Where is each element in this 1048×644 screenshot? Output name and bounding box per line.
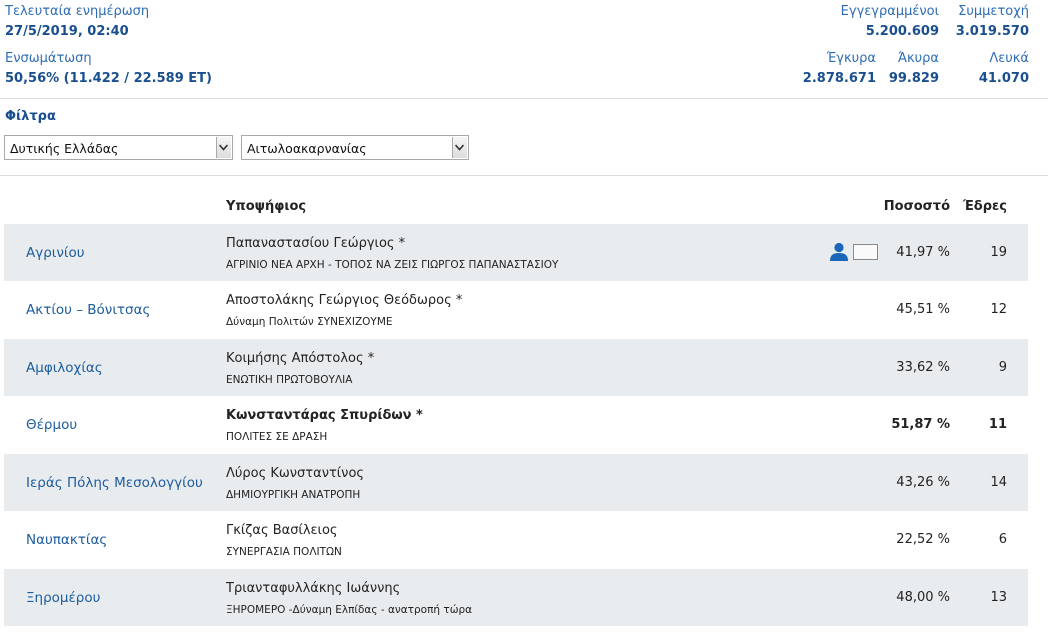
region-select[interactable]: Δυτικής Ελλάδας bbox=[4, 135, 233, 160]
percent-column-header: Ποσοστό bbox=[883, 199, 950, 214]
party-name: ΣΥΝΕΡΓΑΣΙΑ ΠΟΛΙΤΩΝ bbox=[226, 546, 342, 558]
valid-label: Έγκυρα bbox=[826, 51, 876, 66]
municipality-link[interactable]: Ξηρομέρου bbox=[26, 590, 100, 606]
candidate-column-header: Υποψήφιος bbox=[226, 199, 307, 214]
table-row: Αγρινίου Παπαναστασίου Γεώργιος * ΑΓΡΙΝΙ… bbox=[4, 224, 1028, 281]
registered-label: Εγγεγραμμένοι bbox=[840, 4, 939, 19]
user-icon[interactable] bbox=[829, 242, 849, 265]
table-row: Ναυπακτίας Γκίζας Βασίλειος ΣΥΝΕΡΓΑΣΙΑ Π… bbox=[4, 511, 1028, 568]
party-name: ΔΗΜΙΟΥΡΓΙΚΗ ΑΝΑΤΡΟΠΗ bbox=[226, 489, 361, 501]
candidate-name: Κοιμήσης Απόστολος * bbox=[226, 351, 375, 366]
seats-value: 19 bbox=[990, 245, 1007, 260]
percent-value: 48,00 % bbox=[896, 590, 950, 605]
municipality-link[interactable]: Αγρινίου bbox=[26, 245, 85, 261]
seats-value: 9 bbox=[998, 360, 1007, 375]
candidate-name: Παπαναστασίου Γεώργιος * bbox=[226, 236, 406, 251]
blank-label: Λευκά bbox=[989, 51, 1029, 66]
candidate-name: Γκίζας Βασίλειος bbox=[226, 523, 338, 538]
invalid-label: Άκυρα bbox=[897, 51, 939, 66]
party-name: ΞΗΡΟΜΕΡΟ -Δύναμη Ελπίδας - ανατροπή τώρα bbox=[226, 604, 473, 616]
table-row: Θέρμου Κωνσταντάρας Σπυρίδων * ΠΟΛΙΤΕΣ Σ… bbox=[4, 396, 1028, 453]
unit-select-value: Αιτωλοακαρνανίας bbox=[247, 141, 367, 156]
municipality-link[interactable]: Αμφιλοχίας bbox=[26, 360, 103, 376]
integration-label: Ενσωμάτωση bbox=[5, 51, 92, 66]
unit-select[interactable]: Αιτωλοακαρνανίας bbox=[241, 135, 469, 160]
region-select-value: Δυτικής Ελλάδας bbox=[10, 141, 119, 156]
valid-value: 2.878.671 bbox=[802, 71, 876, 86]
municipality-link[interactable]: Θέρμου bbox=[26, 417, 77, 433]
seats-value: 13 bbox=[990, 590, 1007, 605]
table-row: Ακτίου – Βόνιτσας Αποστολάκης Γεώργιος Θ… bbox=[4, 281, 1028, 338]
blank-value: 41.070 bbox=[978, 71, 1029, 86]
filters-title: Φίλτρα bbox=[5, 109, 56, 124]
participation-label: Συμμετοχή bbox=[958, 4, 1029, 19]
percent-value: 43,26 % bbox=[896, 475, 950, 490]
candidate-name: Κωνσταντάρας Σπυρίδων * bbox=[226, 408, 423, 423]
table-row: Ιεράς Πόλης Μεσολογγίου Λύρος Κωνσταντίν… bbox=[4, 454, 1028, 511]
party-name: ΕΝΩΤΙΚΗ ΠΡΩΤΟΒΟΥΛΙΑ bbox=[226, 374, 353, 386]
percent-value: 51,87 % bbox=[891, 417, 950, 432]
invalid-value: 99.829 bbox=[888, 71, 939, 86]
percent-value: 41,97 % bbox=[896, 245, 950, 260]
candidate-name: Τριανταφυλλάκης Ιωάννης bbox=[226, 581, 401, 596]
percent-value: 22,52 % bbox=[896, 532, 950, 547]
chevron-down-icon[interactable] bbox=[216, 137, 231, 158]
party-name: ΑΓΡΙΝΙΟ ΝΕΑ ΑΡΧΗ - ΤΟΠΟΣ ΝΑ ΖΕΙΣ ΓΙΩΡΓΟΣ… bbox=[226, 259, 559, 271]
seats-column-header: Έδρες bbox=[962, 199, 1007, 214]
integration-value: 50,56% (11.422 / 22.589 ΕΤ) bbox=[5, 71, 212, 86]
municipality-link[interactable]: Ναυπακτίας bbox=[26, 532, 107, 548]
percent-value: 33,62 % bbox=[896, 360, 950, 375]
last-update-label: Τελευταία ενημέρωση bbox=[5, 4, 150, 19]
seats-value: 6 bbox=[998, 532, 1007, 547]
municipality-link[interactable]: Ιεράς Πόλης Μεσολογγίου bbox=[26, 475, 203, 491]
summary-header: Τελευταία ενημέρωση 27/5/2019, 02:40 Ενσ… bbox=[0, 0, 1048, 99]
party-name: Δύναμη Πολιτών ΣΥΝΕΧΙΖΟΥΜΕ bbox=[226, 316, 393, 328]
candidate-name: Αποστολάκης Γεώργιος Θεόδωρος * bbox=[226, 293, 463, 308]
filters-section: Φίλτρα Δυτικής Ελλάδας Αιτωλοακαρνανίας bbox=[0, 98, 1048, 176]
seats-value: 12 bbox=[990, 302, 1007, 317]
table-row: Ξηρομέρου Τριανταφυλλάκης Ιωάννης ΞΗΡΟΜΕ… bbox=[4, 569, 1028, 626]
candidate-name: Λύρος Κωνσταντίνος bbox=[226, 466, 365, 481]
registered-value: 5.200.609 bbox=[865, 24, 939, 39]
seats-value: 11 bbox=[988, 417, 1007, 432]
municipality-link[interactable]: Ακτίου – Βόνιτσας bbox=[26, 302, 150, 318]
percent-value: 45,51 % bbox=[896, 302, 950, 317]
seats-value: 14 bbox=[990, 475, 1007, 490]
party-name: ΠΟΛΙΤΕΣ ΣΕ ΔΡΑΣΗ bbox=[226, 431, 328, 443]
participation-value: 3.019.570 bbox=[955, 24, 1029, 39]
last-update-value: 27/5/2019, 02:40 bbox=[5, 24, 129, 39]
table-row: Αμφιλοχίας Κοιμήσης Απόστολος * ΕΝΩΤΙΚΗ … bbox=[4, 339, 1028, 396]
chevron-down-icon[interactable] bbox=[452, 137, 467, 158]
candidate-photo-placeholder[interactable] bbox=[853, 244, 878, 260]
